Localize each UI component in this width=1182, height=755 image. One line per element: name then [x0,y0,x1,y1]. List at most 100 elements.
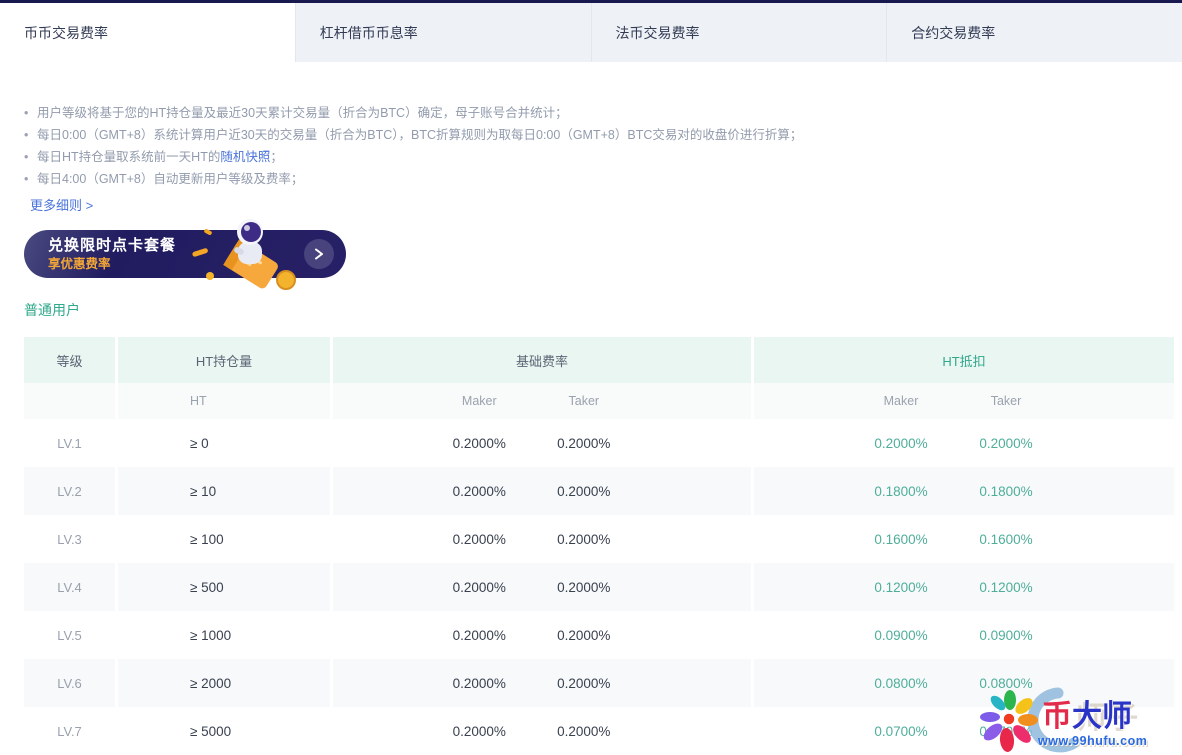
fee-value: 0.0700% [874,723,928,739]
banner-subtitle: 享优惠费率 [48,257,111,271]
random-snapshot-link[interactable]: 随机快照 [220,150,270,164]
table-group-header-row: 等级 HT持仓量 基础费率 HT抵扣 [24,337,1174,383]
subheader-taker: Taker [568,394,600,408]
subheader-deduct-pair: Maker Taker [754,383,1174,419]
deduction-cells: 0.0700% 0.0700% [754,707,1174,755]
holding-cell: ≥ 2000 [118,659,330,707]
banner-title: 兑换限时点卡套餐 [48,237,177,254]
deduction-cells: 0.0900% 0.0900% [754,611,1174,659]
table-row: LV.1 ≥ 0 0.2000% 0.2000% 0.2000% 0.2000% [24,419,1174,467]
base-fee-cells: 0.2000% 0.2000% [333,707,751,755]
level-cell: LV.6 [24,659,115,707]
fee-value: 0.1200% [874,579,928,595]
col-header-base-fee: 基础费率 [333,337,751,383]
deduction-cells: 0.2000% 0.2000% [754,419,1174,467]
fee-value: 0.2000% [452,627,506,643]
fee-value: 0.2000% [557,579,611,595]
holding-cell: ≥ 5000 [118,707,330,755]
deduction-cells: 0.1800% 0.1800% [754,467,1174,515]
promo-banner[interactable]: 兑换限时点卡套餐 享优惠费率 [24,219,346,290]
fee-value: 0.0900% [874,627,928,643]
level-cell: LV.1 [24,419,115,467]
astronaut-illustration [192,219,296,290]
table-row: LV.2 ≥ 10 0.2000% 0.2000% 0.1800% 0.1800… [24,467,1174,515]
user-tier-label: 普通用户 [24,302,80,318]
level-cell: LV.2 [24,467,115,515]
level-cell: LV.4 [24,563,115,611]
subheader-maker: Maker [461,394,497,408]
tab-contract-trading-fees[interactable]: 合约交易费率 [886,3,1182,62]
level-cell: LV.5 [24,611,115,659]
col-header-ht-deduction: HT抵扣 [754,337,1174,383]
rule-text: 用户等级将基于您的HT持仓量及最近30天累计交易量（折合为BTC）确定，母子账号… [37,106,568,120]
banner-arrow-button[interactable] [304,239,334,269]
fee-value: 0.1800% [979,483,1033,499]
rules-list: 用户等级将基于您的HT持仓量及最近30天累计交易量（折合为BTC）确定，母子账号… [24,102,1182,190]
deduction-cells: 0.1200% 0.1200% [754,563,1174,611]
fee-value: 0.1800% [874,483,928,499]
subheader-base-pair: Maker Taker [333,383,751,419]
fee-value: 0.0700% [979,723,1033,739]
table-row: LV.4 ≥ 500 0.2000% 0.2000% 0.1200% 0.120… [24,563,1174,611]
level-cell: LV.3 [24,515,115,563]
table-row: LV.3 ≥ 100 0.2000% 0.2000% 0.1600% 0.160… [24,515,1174,563]
fee-value: 0.2000% [557,435,611,451]
tab-fiat-trading-fees[interactable]: 法币交易费率 [590,3,887,62]
fee-value: 0.2000% [452,531,506,547]
holding-cell: ≥ 100 [118,515,330,563]
fee-value: 0.0800% [874,675,928,691]
fee-value: 0.2000% [452,675,506,691]
table-row: LV.5 ≥ 1000 0.2000% 0.2000% 0.0900% 0.09… [24,611,1174,659]
rule-text: 每日HT持仓量取系统前一天HT的 [37,150,221,164]
chevron-right-icon [315,248,323,260]
fee-value: 0.2000% [452,723,506,739]
fee-value: 0.2000% [557,627,611,643]
banner-text: 兑换限时点卡套餐 享优惠费率 [48,236,176,273]
base-fee-cells: 0.2000% 0.2000% [333,659,751,707]
holding-cell: ≥ 0 [118,419,330,467]
fee-table: 等级 HT持仓量 基础费率 HT抵扣 HT Maker Taker Maker … [24,337,1174,755]
col-header-level: 等级 [24,337,115,383]
deduction-cells: 0.0800% 0.0800% [754,659,1174,707]
rule-text: 每日4:00（GMT+8）自动更新用户等级及费率； [37,172,304,186]
tab-label: 法币交易费率 [615,24,700,41]
deduction-cells: 0.1600% 0.1600% [754,515,1174,563]
fee-value: 0.1600% [874,531,928,547]
fee-value: 0.1600% [979,531,1033,547]
subheader-ht: HT [118,383,330,419]
more-rules-link[interactable]: 更多细则 > [30,195,93,214]
tab-margin-interest-rates[interactable]: 杠杆借币币息率 [294,3,591,62]
fee-value: 0.2000% [557,531,611,547]
table-row: LV.7 ≥ 5000 0.2000% 0.2000% 0.0700% 0.07… [24,707,1174,755]
base-fee-cells: 0.2000% 0.2000% [333,515,751,563]
tab-label: 合约交易费率 [911,24,996,41]
fee-value: 0.2000% [874,435,928,451]
tab-spot-trading-fees[interactable]: 币币交易费率 [0,3,295,62]
table-sub-header-row: HT Maker Taker Maker Taker [24,383,1174,419]
fee-value: 0.2000% [557,723,611,739]
base-fee-cells: 0.2000% 0.2000% [333,467,751,515]
rule-item: 每日HT持仓量取系统前一天HT的随机快照； [24,146,1182,168]
rule-item: 每日4:00（GMT+8）自动更新用户等级及费率； [24,168,1182,190]
base-fee-cells: 0.2000% 0.2000% [333,419,751,467]
fee-value: 0.2000% [452,435,506,451]
rule-item: 每日0:00（GMT+8）系统计算用户近30天的交易量（折合为BTC），BTC折… [24,124,1182,146]
fee-value: 0.2000% [557,675,611,691]
holding-cell: ≥ 1000 [118,611,330,659]
base-fee-cells: 0.2000% 0.2000% [333,563,751,611]
subheader-empty [24,383,115,419]
table-row: LV.6 ≥ 2000 0.2000% 0.2000% 0.0800% 0.08… [24,659,1174,707]
fee-value: 0.0900% [979,627,1033,643]
holding-cell: ≥ 10 [118,467,330,515]
holding-cell: ≥ 500 [118,563,330,611]
fee-value: 0.2000% [452,579,506,595]
tab-label: 币币交易费率 [24,24,108,41]
fee-value: 0.1200% [979,579,1033,595]
subheader-maker: Maker [883,394,919,408]
fee-value: 0.2000% [452,483,506,499]
rule-text: ； [270,150,283,164]
fee-value: 0.2000% [557,483,611,499]
tab-label: 杠杆借币币息率 [319,24,418,41]
fee-value: 0.2000% [979,435,1033,451]
base-fee-cells: 0.2000% 0.2000% [333,611,751,659]
